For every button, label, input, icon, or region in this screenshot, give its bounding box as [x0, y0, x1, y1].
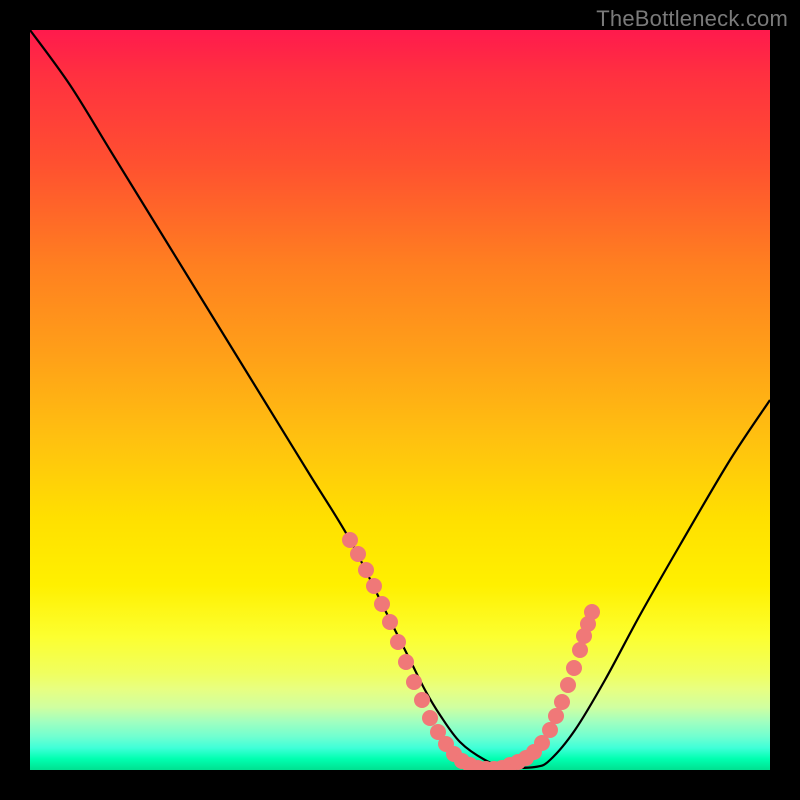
chart-marker	[422, 710, 438, 726]
chart-marker	[542, 722, 558, 738]
chart-marker	[366, 578, 382, 594]
watermark-text: TheBottleneck.com	[596, 6, 788, 32]
chart-marker	[390, 634, 406, 650]
chart-marker	[382, 614, 398, 630]
chart-marker	[560, 677, 576, 693]
chart-marker	[358, 562, 374, 578]
chart-svg	[30, 30, 770, 770]
chart-plot-area	[30, 30, 770, 770]
chart-marker	[350, 546, 366, 562]
chart-marker	[566, 660, 582, 676]
chart-marker	[342, 532, 358, 548]
chart-marker	[406, 674, 422, 690]
chart-marker	[548, 708, 564, 724]
chart-markers	[342, 532, 600, 770]
chart-marker	[414, 692, 430, 708]
chart-marker	[374, 596, 390, 612]
chart-marker	[572, 642, 588, 658]
chart-marker	[584, 604, 600, 620]
chart-marker	[398, 654, 414, 670]
chart-marker	[554, 694, 570, 710]
